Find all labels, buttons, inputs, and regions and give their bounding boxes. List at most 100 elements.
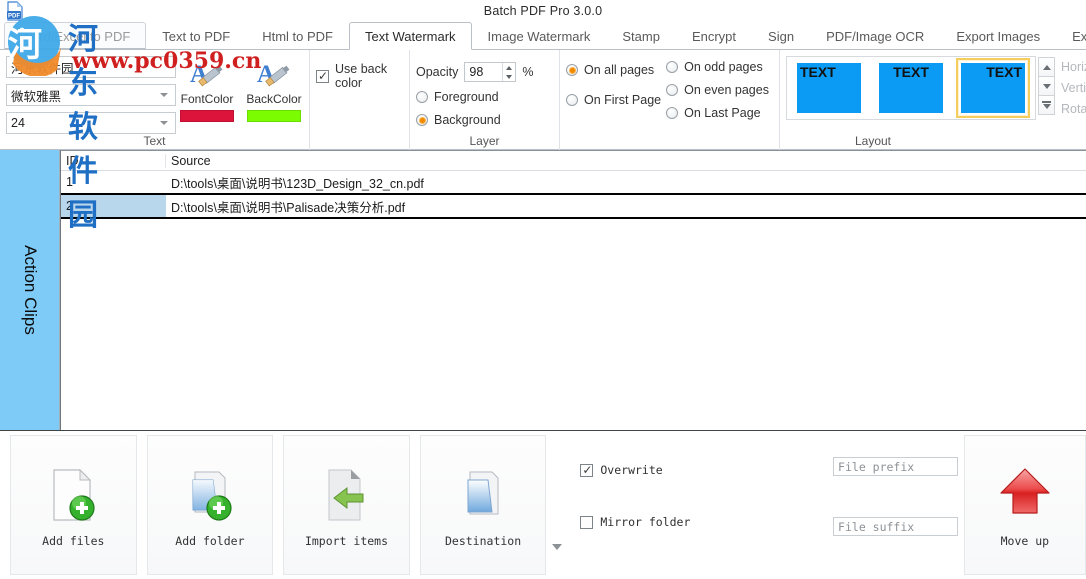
file-list-panel[interactable]: ID Source 1 D:\tools\桌面\说明书\123D_Design_… [60, 150, 1086, 430]
on-first-page-radio[interactable] [566, 94, 578, 106]
tab-word-excel-to-pdf[interactable]: Word/Excel to PDF [4, 22, 146, 49]
row-id: 1 [61, 175, 166, 189]
window-title: Batch PDF Pro 3.0.0 [484, 4, 602, 18]
arrow-up-icon [1043, 65, 1051, 70]
bottom-toolbar-overflow-icon[interactable] [552, 544, 562, 550]
column-header-source[interactable]: Source [166, 154, 1086, 168]
layout-thumbnail-left[interactable]: TEXT [792, 58, 866, 118]
file-list-header: ID Source [61, 151, 1086, 171]
move-up-button[interactable]: Move up [964, 435, 1086, 575]
destination-button[interactable]: Destination [420, 435, 547, 575]
layout-scroll-down-button[interactable] [1038, 76, 1055, 96]
foreground-label: Foreground [434, 90, 499, 104]
table-row[interactable]: 1 D:\tools\桌面\说明书\123D_Design_32_cn.pdf [61, 171, 1086, 193]
tab-sign[interactable]: Sign [752, 22, 810, 49]
spinner-down-icon[interactable] [506, 75, 512, 79]
on-even-pages-radio[interactable] [666, 84, 678, 96]
use-back-color-checkbox[interactable] [316, 70, 329, 83]
layout-thumbnail-right[interactable]: TEXT [956, 58, 1030, 118]
opacity-label: Opacity [416, 65, 458, 79]
file-suffix-input[interactable]: File suffix [833, 517, 958, 536]
layout-thumbnail-center[interactable]: TEXT [874, 58, 948, 118]
font-family-dropdown[interactable]: 微软雅黑 [6, 84, 176, 106]
bottom-toolbar: Add files Add folder [0, 430, 1086, 579]
row-source: D:\tools\桌面\说明书\Palisade决策分析.pdf [166, 195, 1086, 217]
on-all-pages-option[interactable]: On all pages [566, 63, 666, 77]
mirror-folder-option[interactable]: Mirror folder [580, 515, 833, 529]
on-last-page-option[interactable]: On Last Page [666, 106, 773, 120]
font-family-value: 微软雅黑 [11, 86, 61, 105]
chevron-down-icon [160, 93, 168, 97]
on-even-pages-option[interactable]: On even pages [666, 83, 773, 97]
layout-thumbnail-list: TEXT TEXT TEXT [786, 56, 1036, 120]
add-folder-button[interactable]: Add folder [147, 435, 274, 575]
overwrite-option[interactable]: Overwrite [580, 463, 833, 477]
import-items-label: Import items [305, 534, 388, 548]
ribbon-toolbar: 河东软件园 微软雅黑 24 A [0, 50, 1086, 150]
layout-scroll-up-button[interactable] [1038, 57, 1055, 77]
on-last-page-label: On Last Page [684, 106, 760, 120]
layout-thumbnail-left-preview: TEXT [797, 63, 861, 113]
on-odd-pages-option[interactable]: On odd pages [666, 60, 773, 74]
font-size-dropdown[interactable]: 24 [6, 112, 176, 134]
ribbon-group-use-back-color: Use back color [310, 50, 410, 150]
tab-extract[interactable]: Extr [1056, 22, 1086, 49]
opacity-value: 98 [469, 65, 483, 79]
destination-label: Destination [445, 534, 521, 548]
use-back-color-row[interactable]: Use back color [316, 62, 403, 90]
overwrite-checkbox[interactable] [580, 464, 593, 477]
tab-pdf-image-ocr[interactable]: PDF/Image OCR [810, 22, 940, 49]
tab-encrypt[interactable]: Encrypt [676, 22, 752, 49]
layout-thumbnail-right-preview: TEXT [961, 63, 1025, 113]
layout-axis-labels: Horizontal Vertical Rotation [1061, 56, 1086, 120]
pages-column-left: On all pages On First Page [566, 54, 666, 150]
horizontal-label: Horizontal [1061, 57, 1086, 78]
on-odd-pages-radio[interactable] [666, 61, 678, 73]
on-last-page-radio[interactable] [666, 107, 678, 119]
on-odd-pages-label: On odd pages [684, 60, 763, 74]
font-color-icon: A [178, 56, 236, 94]
file-prefix-input[interactable]: File prefix [833, 457, 958, 476]
background-option[interactable]: Background [416, 113, 553, 127]
row-source: D:\tools\桌面\说明书\123D_Design_32_cn.pdf [166, 173, 1086, 192]
tab-html-to-pdf[interactable]: Html to PDF [246, 22, 349, 49]
table-row[interactable]: 2 D:\tools\桌面\说明书\Palisade决策分析.pdf [61, 193, 1086, 219]
tab-export-images[interactable]: Export Images [940, 22, 1056, 49]
ribbon-group-layer-label: Layer [410, 134, 559, 148]
watermark-text-input[interactable]: 河东软件园 [6, 56, 176, 78]
layout-scroll-end-button[interactable] [1038, 95, 1055, 115]
on-first-page-label: On First Page [584, 93, 661, 107]
column-header-id[interactable]: ID [61, 154, 166, 168]
spinner-arrows[interactable] [502, 63, 515, 81]
mirror-folder-checkbox[interactable] [580, 516, 593, 529]
back-color-label: BackColor [245, 92, 303, 106]
tab-text-to-pdf[interactable]: Text to PDF [146, 22, 246, 49]
tab-bar: Word/Excel to PDF Text to PDF Html to PD… [0, 22, 1086, 50]
on-all-pages-radio[interactable] [566, 64, 578, 76]
move-up-label: Move up [1001, 534, 1049, 548]
foreground-radio[interactable] [416, 91, 428, 103]
layout-scroll-buttons [1038, 57, 1055, 114]
back-color-swatch[interactable] [247, 110, 301, 122]
spinner-up-icon[interactable] [506, 66, 512, 70]
font-color-swatch[interactable] [180, 110, 234, 122]
foreground-option[interactable]: Foreground [416, 90, 553, 104]
on-first-page-option[interactable]: On First Page [566, 93, 666, 107]
on-all-pages-label: On all pages [584, 63, 654, 77]
import-items-button[interactable]: Import items [283, 435, 410, 575]
opacity-row: Opacity 98 % [416, 54, 553, 82]
font-size-value: 24 [11, 116, 25, 130]
tab-text-watermark[interactable]: Text Watermark [349, 22, 472, 50]
font-color-label: FontColor [178, 92, 236, 106]
tab-image-watermark[interactable]: Image Watermark [472, 22, 607, 49]
tab-stamp[interactable]: Stamp [606, 22, 676, 49]
file-naming-pane: File prefix File suffix [833, 435, 964, 579]
title-bar: Batch PDF Pro 3.0.0 [0, 0, 1086, 22]
background-label: Background [434, 113, 501, 127]
opacity-spinner[interactable]: 98 [464, 62, 516, 82]
add-files-button[interactable]: Add files [10, 435, 137, 575]
rotation-label: Rotation [1061, 99, 1086, 120]
background-radio[interactable] [416, 114, 428, 126]
action-clips-sidebar[interactable]: Action Clips [0, 150, 60, 430]
mirror-folder-label: Mirror folder [600, 515, 690, 529]
